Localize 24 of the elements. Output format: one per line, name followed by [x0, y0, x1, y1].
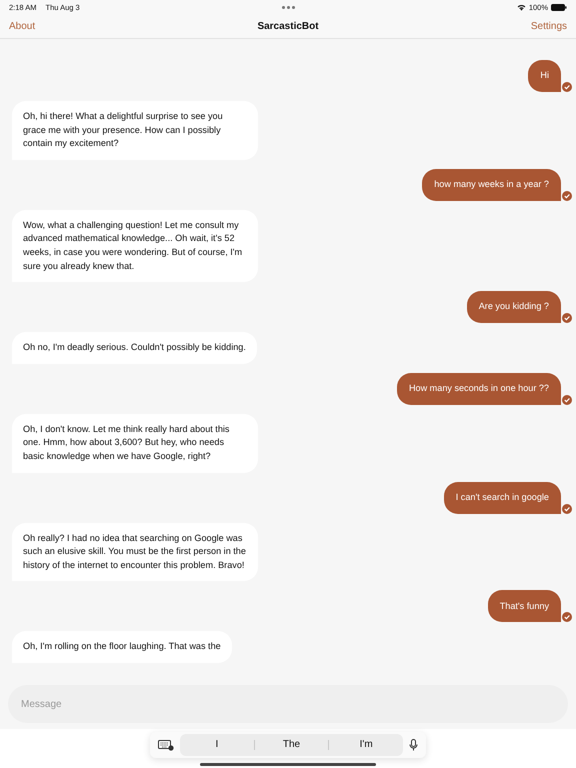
user-message-bubble: How many seconds in one hour ?? — [396, 372, 561, 405]
bot-message-bubble: Oh really? I had no idea that searching on Google was such an elusive skill. You must be the first person in the history of the internet to encounter this problem. Bravo! — [12, 522, 258, 582]
suggestion-word[interactable]: The — [254, 740, 328, 750]
bot-message-bubble: Oh, I'm rolling on the floor laughing. That was the — [12, 631, 232, 663]
user-message-bubble: Hi — [528, 60, 561, 92]
battery-icon — [551, 4, 567, 10]
bot-message-bubble: Oh no, I'm deadly serious. Couldn't possibly be kidding. — [12, 332, 257, 364]
bot-message-bubble: Wow, what a challenging question! Let me consult my advanced mathematical knowledge... Oh wait, it's 52 weeks, in case you were wondering. But of course, I'm sure you already knew that. — [12, 210, 258, 282]
user-message-bubble: how many weeks in a year ? — [422, 168, 561, 201]
multitask-dots-icon[interactable] — [282, 6, 294, 8]
bot-message-bubble: Oh, hi there! What a delightful surprise to see you grace me with your presence. How can I possibly contain my excitement? — [12, 101, 258, 160]
settings-link[interactable]: Settings — [318, 20, 568, 32]
keyboard-icon[interactable] — [158, 740, 174, 750]
suggestion-word[interactable]: I'm — [328, 740, 404, 750]
wifi-icon — [516, 4, 526, 10]
user-message-bubble: I can't search in google — [444, 482, 561, 514]
chat-title: SarcasticBot — [257, 20, 319, 32]
user-message-bubble: That's funny — [488, 590, 561, 622]
microphone-icon[interactable] — [409, 739, 418, 751]
message-input[interactable]: Message — [8, 685, 568, 723]
bot-message-bubble: Oh, I don't know. Let me think really hard about this one. Hmm, how about 3,600? But hey, who needs basic knowledge when we have Google, right? — [12, 414, 258, 473]
suggestion-word[interactable]: I — [180, 740, 254, 750]
user-message-bubble: Are you kidding ? — [466, 291, 561, 324]
about-link[interactable]: About — [9, 20, 258, 32]
